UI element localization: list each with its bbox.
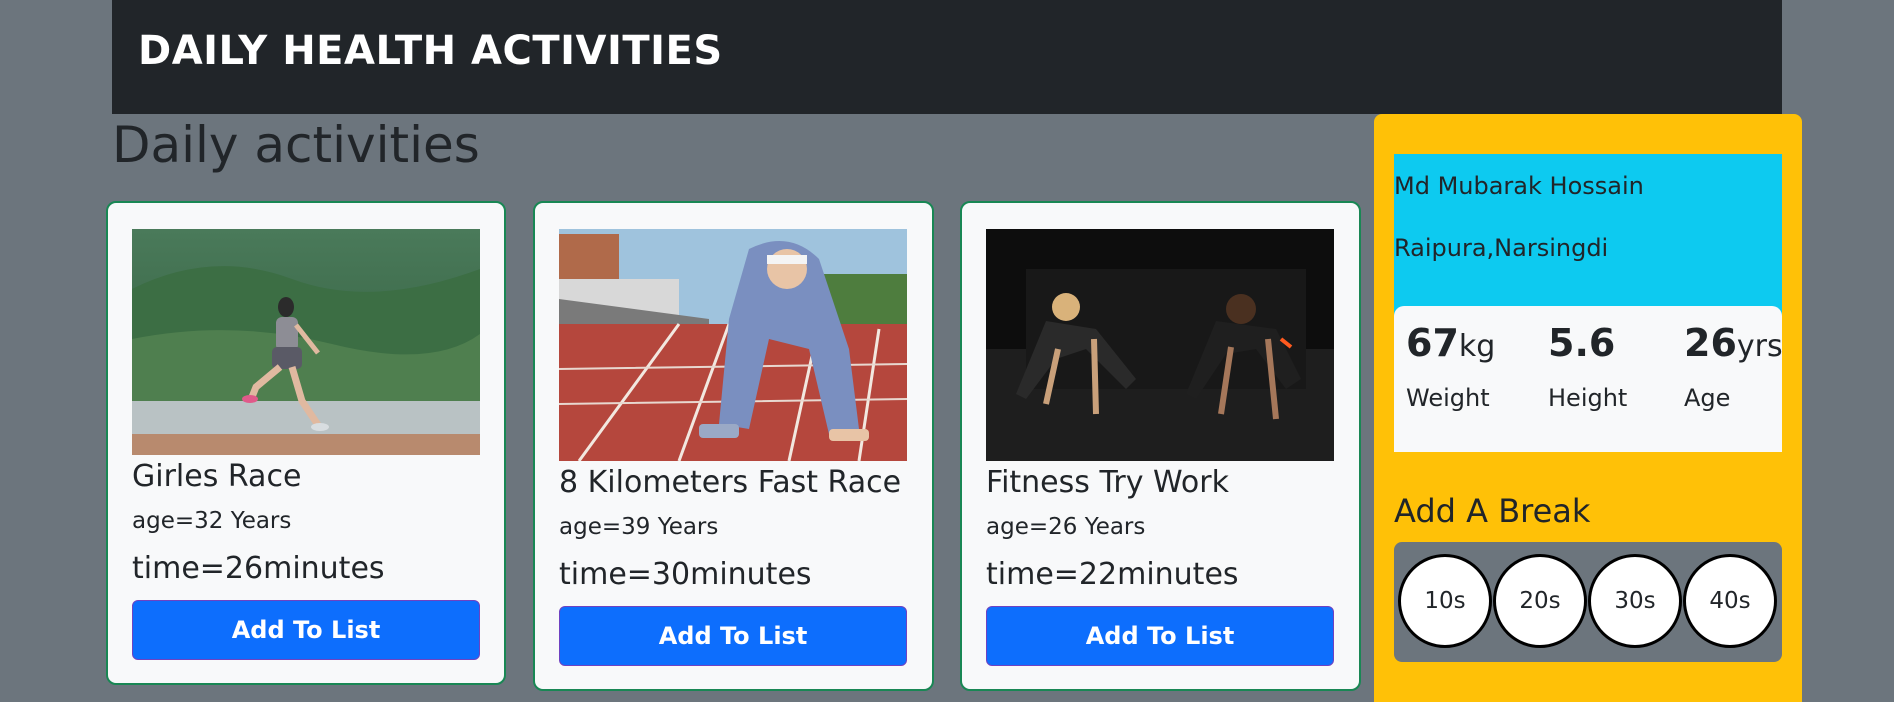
stat-value: 26 bbox=[1684, 321, 1737, 365]
activity-image bbox=[132, 229, 480, 455]
activity-time: time=22minutes bbox=[986, 557, 1239, 592]
activity-card: Fitness Try Work age=26 Years time=22min… bbox=[960, 201, 1361, 691]
break-option-40s[interactable]: 40s bbox=[1683, 554, 1777, 648]
activity-card: Girles Race age=32 Years time=26minutes … bbox=[106, 201, 506, 685]
profile-sidebar: Md Mubarak Hossain Raipura,Narsingdi 67k… bbox=[1374, 114, 1802, 702]
stat-value: 67 bbox=[1406, 321, 1459, 365]
profile-address: Raipura,Narsingdi bbox=[1394, 234, 1609, 262]
add-to-list-button[interactable]: Add To List bbox=[986, 606, 1334, 666]
profile-card: Md Mubarak Hossain Raipura,Narsingdi 67k… bbox=[1394, 154, 1783, 452]
activity-time: time=30minutes bbox=[559, 557, 812, 592]
profile-name: Md Mubarak Hossain bbox=[1394, 172, 1644, 200]
break-option-30s[interactable]: 30s bbox=[1588, 554, 1682, 648]
activity-age: age=39 Years bbox=[559, 514, 719, 540]
activity-age: age=32 Years bbox=[132, 508, 292, 534]
stat-age: 26yrs Age bbox=[1684, 320, 1783, 412]
stat-unit: kg bbox=[1458, 329, 1496, 364]
break-option-10s[interactable]: 10s bbox=[1398, 554, 1492, 648]
activity-title: 8 Kilometers Fast Race bbox=[559, 465, 902, 500]
add-to-list-button[interactable]: Add To List bbox=[132, 600, 480, 660]
stats-panel: 67kg Weight 5.6 Height 26yrs Age bbox=[1394, 306, 1783, 452]
activity-time: time=26minutes bbox=[132, 551, 385, 586]
activity-image bbox=[559, 229, 907, 461]
activity-age: age=26 Years bbox=[986, 514, 1146, 540]
section-title: Daily activities bbox=[112, 116, 480, 174]
stat-label: Weight bbox=[1406, 384, 1490, 412]
activity-title: Girles Race bbox=[132, 459, 302, 494]
break-title: Add A Break bbox=[1394, 492, 1591, 530]
stat-label: Height bbox=[1548, 384, 1628, 412]
stat-value: 5.6 bbox=[1548, 321, 1616, 365]
navbar: DAILY HEALTH ACTIVITIES bbox=[112, 0, 1782, 114]
site-title: DAILY HEALTH ACTIVITIES bbox=[138, 28, 723, 74]
stat-weight: 67kg Weight bbox=[1406, 320, 1495, 412]
activity-image bbox=[986, 229, 1334, 461]
stat-height: 5.6 Height bbox=[1548, 320, 1627, 412]
activity-title: Fitness Try Work bbox=[986, 465, 1229, 500]
break-options: 10s 20s 30s 40s bbox=[1394, 542, 1782, 662]
stat-label: Age bbox=[1684, 384, 1731, 412]
activity-card: 8 Kilometers Fast Race age=39 Years time… bbox=[533, 201, 934, 691]
stat-unit: yrs bbox=[1736, 329, 1783, 364]
break-option-20s[interactable]: 20s bbox=[1493, 554, 1587, 648]
add-to-list-button[interactable]: Add To List bbox=[559, 606, 907, 666]
